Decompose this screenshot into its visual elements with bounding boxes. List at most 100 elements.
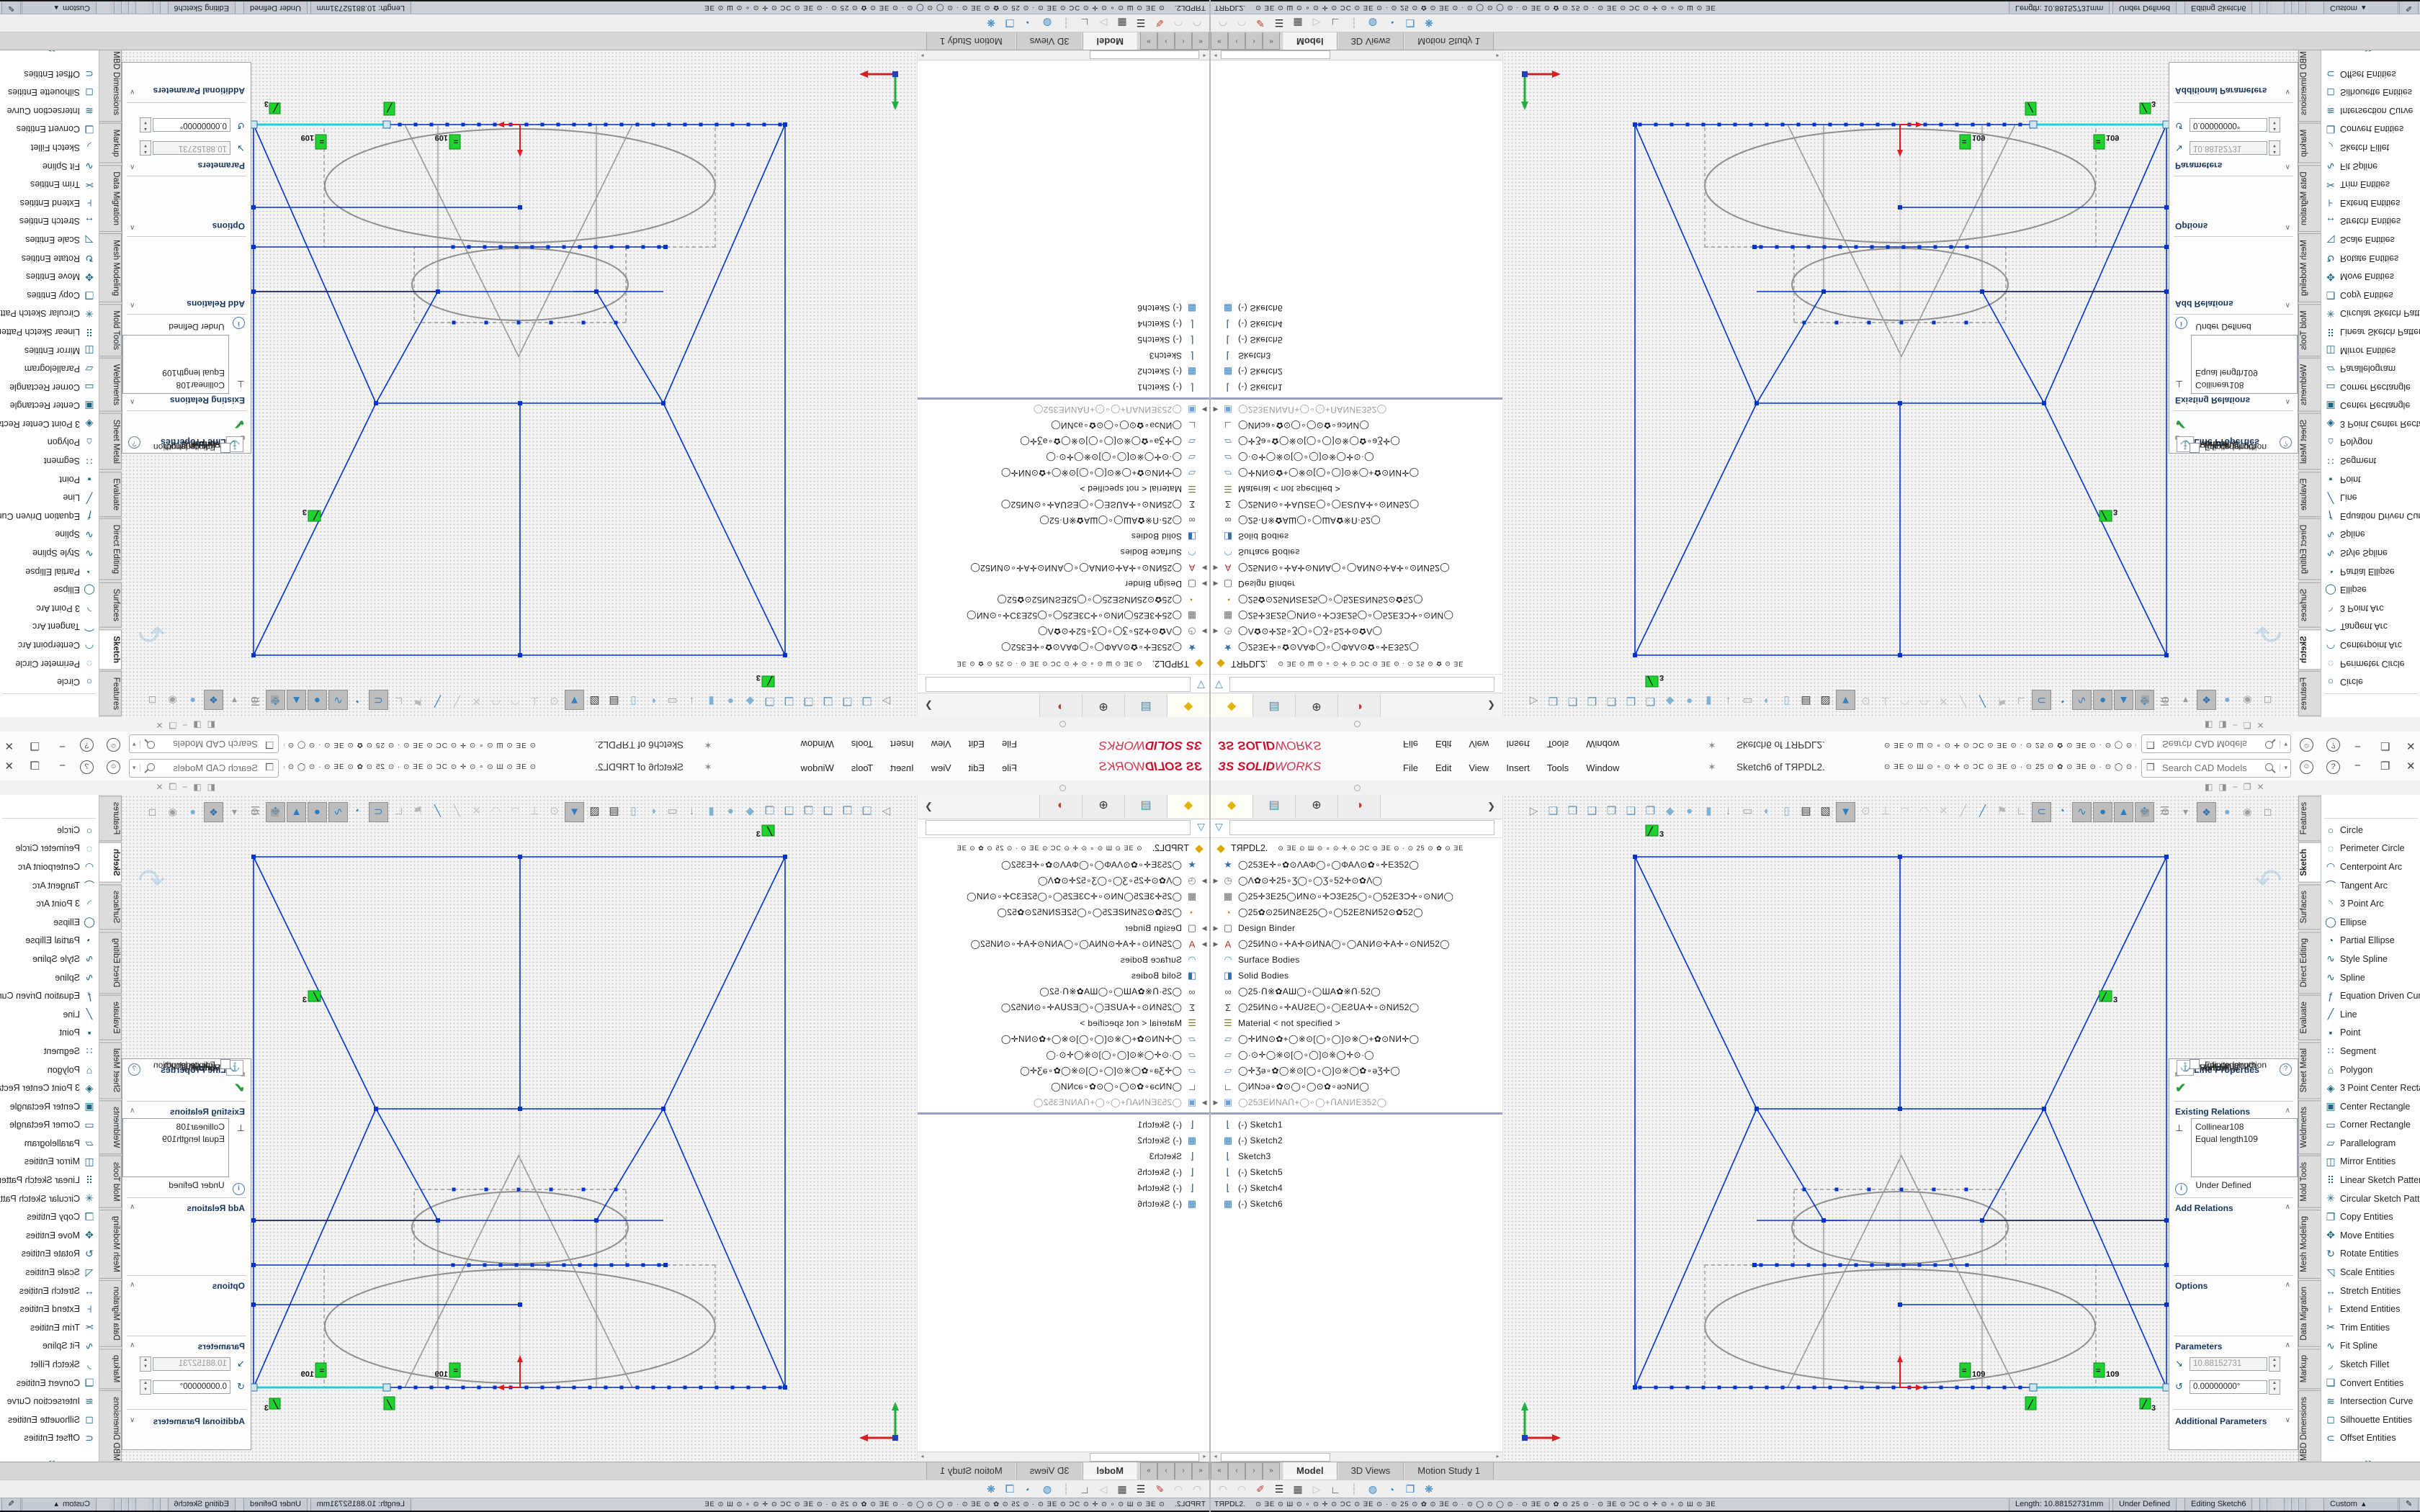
account-icon[interactable]: ☺ [107,760,120,774]
ribbon-handle[interactable] [1059,785,1066,791]
bottom-toolbar-icon[interactable]: ❋ [982,1483,1000,1495]
sketch-tree-item[interactable]: ⌊ (-) Sketch1 [918,1117,1209,1133]
section-parameters[interactable]: Parameters [198,161,245,171]
checkbox[interactable] [220,443,230,453]
tree-item[interactable]: Σ ◯25ИN⊙∘✛ΑՍƧΕ◯∘◯ΕƧՍΑ✛∘⊙NИ52◯ [918,497,1209,513]
sketch-tool-item[interactable]: ∿ Style Spline [0,544,99,562]
sketch-tool-item[interactable]: ✳ Circular Sketch Pattern [2321,305,2420,323]
expander-icon[interactable]: ▶ [1211,940,1221,948]
close-button[interactable]: ✕ [4,760,14,773]
bottom-toolbar-icon[interactable]: ∟ [1326,17,1345,29]
sketch-tree-item[interactable]: ⌊ (-) Sketch1 [918,379,1209,395]
tree-item[interactable]: Σ ◯25ИN⊙∘✛ΑՍƧΕ◯∘◯ΕƧՍΑ✛∘⊙NИ52◯ [918,999,1209,1015]
sketch-tool-item[interactable]: ○ Circle [2321,821,2420,840]
expander-icon[interactable]: ▶ [1211,564,1221,572]
view-tool-icon[interactable]: ▦ [266,802,284,821]
command-tab[interactable]: Data Migration [2298,1280,2321,1347]
tree-item[interactable]: ▱ ◯✛ИN⊙✿+◯※⊙[◯∘◯]⊙※◯+✿⊙NИ✛◯ [1211,465,1502,481]
command-tab[interactable]: Mold Tools [2298,1156,2321,1208]
sketch-tool-item[interactable]: ▪ Point [0,470,99,489]
sketch-tool-item[interactable]: ✂ Trim Entities [2321,1318,2420,1337]
features-toolbar-icon[interactable]: ◠ [487,802,505,821]
expand-icon[interactable]: ∨ [2285,88,2290,96]
menu-item[interactable]: Insert [882,732,923,756]
features-toolbar-icon[interactable]: ↓ [1719,802,1737,821]
features-toolbar-icon[interactable]: ▭ [663,691,681,710]
ok-button[interactable]: ✔ [234,1081,245,1096]
sketch-tree-item[interactable]: ⌊ (-) Sketch5 [918,332,1209,348]
tree-splitter[interactable] [918,397,1209,400]
sketch-tool-item[interactable]: ▭ Corner Rectangle [2321,1116,2420,1135]
view-tool-icon[interactable]: ◻ [143,802,161,821]
selected-endpoint[interactable] [2030,121,2037,128]
tree-item[interactable]: ∟ ◯ИNɔǝ∘✿⊙◯∘◯⊙✿∘ǝɔNИ◯ [918,418,1209,433]
relations-listbox[interactable]: Collinear108Equal length109 [122,335,229,394]
bottom-toolbar-icon[interactable]: ❐ [1000,1483,1019,1495]
sketch-tool-item[interactable]: ◌ Perimeter Circle [2321,654,2420,673]
sketch-tool-item[interactable]: ⌂ Polygon [2321,1061,2420,1079]
help-icon[interactable]: ? [2326,738,2340,752]
features-toolbar-icon[interactable]: ◔ [2053,802,2071,821]
feature-manager-tab[interactable]: ◑ [1338,795,1381,818]
option-checkbox-row[interactable]: Infinite length [164,1059,230,1070]
tree-item[interactable]: ▶ ▢ Design Binder [918,576,1209,592]
command-tab[interactable]: Direct Editing [2298,932,2321,994]
units-dropdown[interactable]: Custom ▴ [2323,1498,2398,1511]
document-tab[interactable]: 3D Views [1016,32,1083,50]
features-toolbar-icon[interactable]: ▯ [624,802,642,821]
command-tab[interactable]: Data Migration [99,165,122,232]
features-toolbar-icon[interactable]: ❒ [761,802,779,821]
sketch-tool-item[interactable]: ✳ Circular Sketch Pattern [0,305,99,323]
sketch-tool-item[interactable]: ◠ Centerpoint Arc [0,636,99,654]
tree-item[interactable]: ∟ ◯ИNɔǝ∘✿⊙◯∘◯⊙✿∘ǝɔNИ◯ [918,1079,1209,1094]
tree-item[interactable]: ▶ ▢ Design Binder [918,920,1209,936]
tree-item[interactable]: ★ ◯253Ε✛∘✿⊙ΛΑΦ◯∘◯ΦΑΛ⊙✿∘✛Ε352◯ [918,639,1209,655]
sketch-tree-item[interactable]: ⌊ (-) Sketch5 [1211,332,1502,348]
tree-root[interactable]: ◆ TЯPDL2. ⊙ ƎΕ ⊙ Ш ⊙ ∘ ⊙ ✛ ⊙ ƆC ⊙ ƎΕ ⊙ ·… [918,840,1209,857]
bottom-toolbar-icon[interactable]: ▷ [1307,1483,1326,1495]
relation-entry[interactable]: Equal length109 [127,366,225,379]
features-toolbar-icon[interactable]: ▯ [1778,802,1796,821]
command-tab[interactable]: Mesh Modeling [99,1210,122,1279]
expander-icon[interactable]: ▶ [1199,406,1209,414]
relation-entry[interactable]: Collinear108 [127,379,225,391]
search-icon[interactable] [2265,741,2273,749]
section-additional-parameters[interactable]: Additional Parameters [153,86,245,96]
search-dropdown-icon[interactable]: ▾ [133,764,140,772]
restore-button[interactable]: ❐ [2380,739,2390,752]
child-window-button[interactable]: − [2233,720,2238,730]
view-tool-icon[interactable]: ▦ [2136,691,2154,710]
command-tab[interactable]: Data Migration [99,1280,122,1347]
feature-manager-tab[interactable]: ▤ [1124,795,1167,818]
child-window-button[interactable]: ✕ [156,720,163,730]
features-toolbar-icon[interactable]: ◔ [2053,691,2071,710]
sketch-tool-item[interactable]: ∷ Segment [2321,451,2420,470]
features-toolbar-icon[interactable]: ◠ [1896,802,1914,821]
sketch-tool-item[interactable]: ▪ Point [2321,470,2420,489]
tree-horizontal-scrollbar[interactable]: ◂ ▸ [918,50,1209,60]
sketch-tool-item[interactable]: ∿ Fit Spline [2321,157,2420,176]
search-icon[interactable] [147,763,155,771]
features-toolbar-icon[interactable]: ⊙ [545,802,563,821]
features-toolbar-icon[interactable]: ▮ [1700,802,1718,821]
sketch-tool-item[interactable]: ⠿ Linear Sketch Pattern [2321,323,2420,341]
feature-manager-tab[interactable]: ◆ [1211,795,1253,818]
command-tab[interactable]: Direct Editing [99,518,122,580]
sketch-tool-item[interactable]: ▪ Point [2321,1024,2420,1043]
units-icon[interactable]: ✎ [1,1498,21,1511]
section-existing-relations[interactable]: Existing Relations [2175,1107,2250,1117]
sketch-tree-item[interactable]: ⌊ (-) Sketch1 [1211,1117,1502,1133]
command-tab[interactable]: Weldments [2298,1100,2321,1154]
section-parameters[interactable]: Parameters [2175,161,2222,171]
minimize-button[interactable]: − [2354,740,2361,752]
tree-item[interactable]: ▦ ◯25✛3Ε25◯ИN⊙∘✛Ɔ3Ε25◯∘◯52Ε3Ɔ✛∘⊙NИ◯ [1211,608,1502,624]
sketch-tree-item[interactable]: ⌊ (-) Sketch4 [1211,1180,1502,1196]
bottom-toolbar-icon[interactable]: ◍ [1038,17,1057,29]
sketch-tool-item[interactable]: ╱ Line [0,1005,99,1024]
tree-item[interactable]: ◠ Surface Bodies [1211,952,1502,968]
units-icon[interactable]: ✎ [2399,1,2419,14]
filter-input[interactable] [1229,820,1494,835]
features-toolbar-icon[interactable]: ▤ [605,802,623,821]
sketch-tree-item[interactable]: ▦ (-) Sketch6 [918,1196,1209,1212]
features-toolbar-icon[interactable]: ▯ [624,691,642,710]
